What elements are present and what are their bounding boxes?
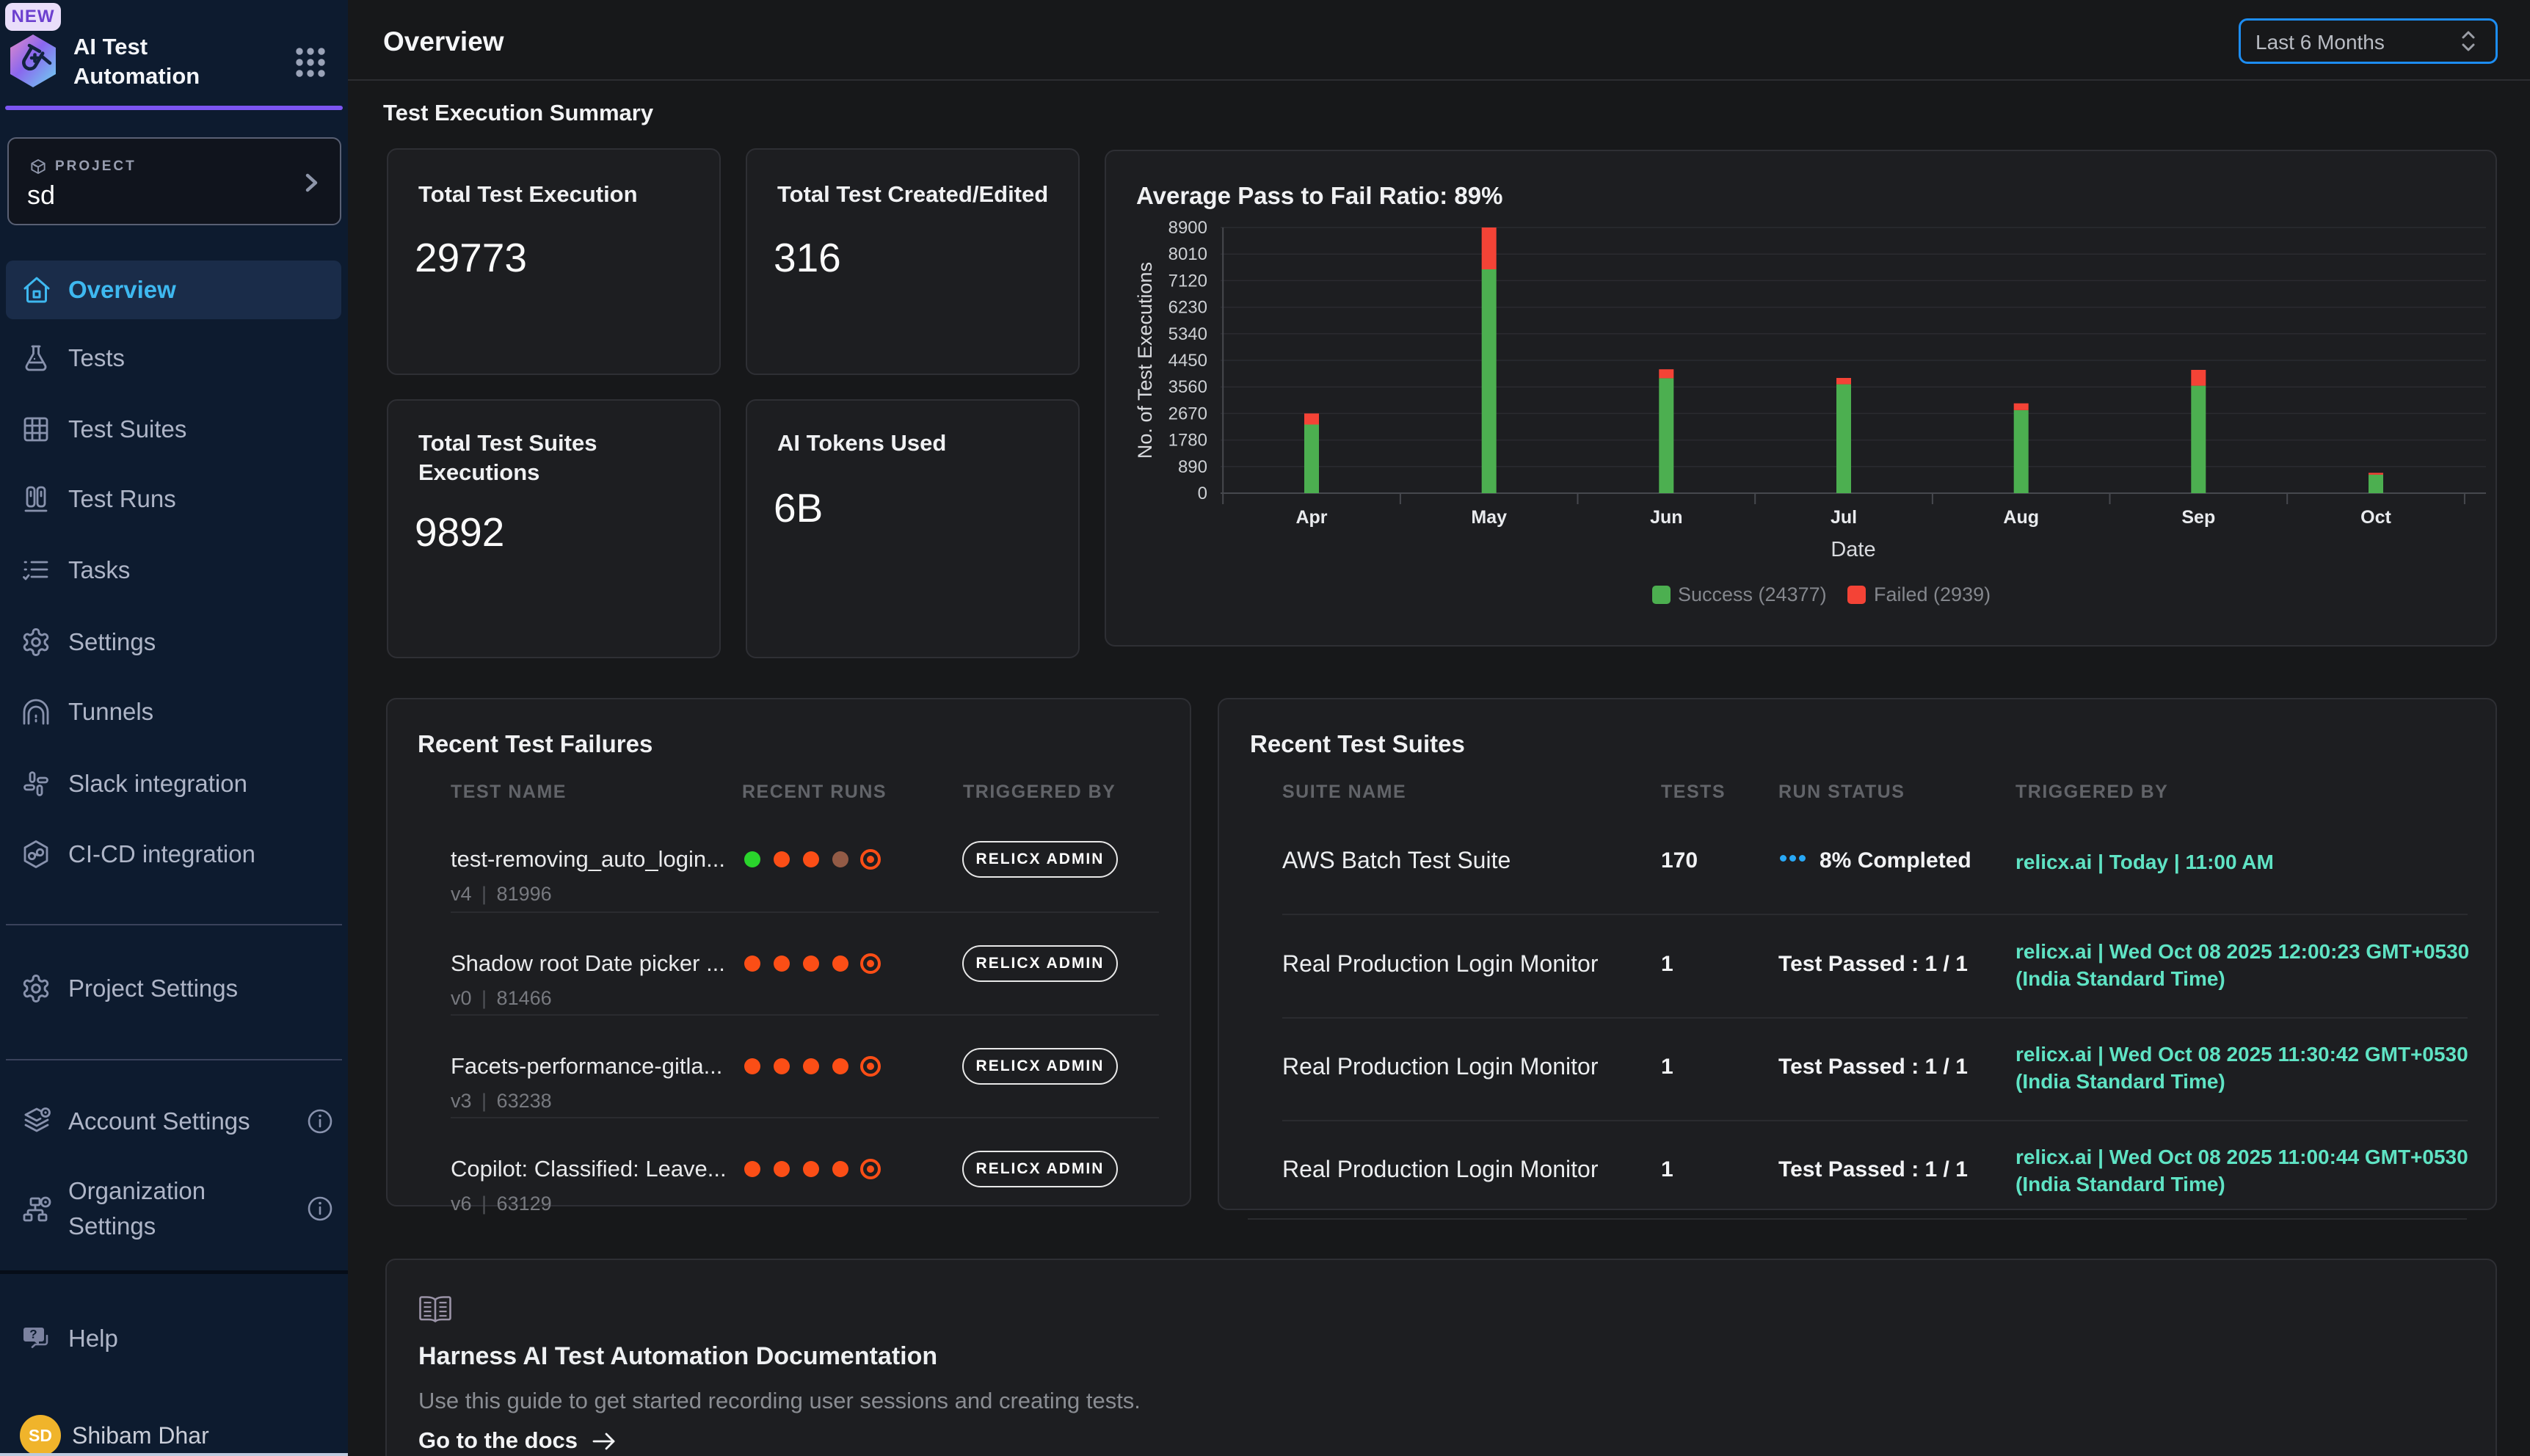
svg-text:5340: 5340 [1168, 324, 1207, 344]
svg-text:?: ? [29, 1328, 37, 1342]
svg-text:May: May [1471, 507, 1507, 528]
svg-text:7120: 7120 [1168, 271, 1207, 291]
svg-text:Success (24377): Success (24377) [1678, 583, 1827, 605]
svg-text:Jun: Jun [1650, 507, 1682, 528]
svg-text:890: 890 [1178, 457, 1207, 477]
svg-text:8010: 8010 [1168, 244, 1207, 264]
svg-text:3560: 3560 [1168, 377, 1207, 397]
svg-text:Jul: Jul [1831, 507, 1857, 528]
svg-text:8900: 8900 [1168, 218, 1207, 238]
svg-text:Failed (2939): Failed (2939) [1874, 583, 1991, 605]
svg-text:No. of Test Executions: No. of Test Executions [1134, 262, 1156, 459]
svg-text:1780: 1780 [1168, 431, 1207, 451]
svg-text:0: 0 [1198, 484, 1207, 503]
svg-text:6230: 6230 [1168, 298, 1207, 318]
svg-text:4450: 4450 [1168, 351, 1207, 371]
svg-text:Oct: Oct [2360, 507, 2391, 528]
svg-text:Sep: Sep [2181, 507, 2215, 528]
svg-text:Aug: Aug [2003, 507, 2039, 528]
svg-text:Apr: Apr [1295, 507, 1327, 528]
svg-text:2670: 2670 [1168, 404, 1207, 423]
svg-text:Date: Date [1831, 538, 1875, 561]
